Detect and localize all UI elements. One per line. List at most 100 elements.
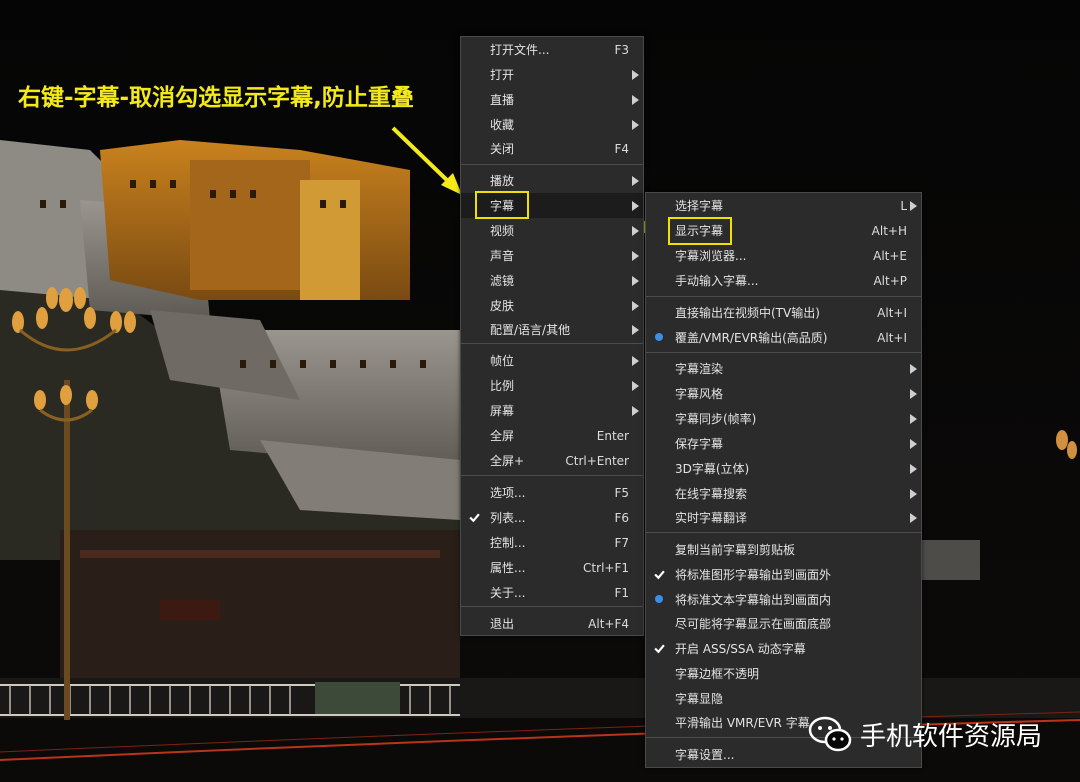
subtitle-menu-item-label: 字幕设置... <box>675 748 735 762</box>
main-menu-item-label: 播放 <box>490 174 515 188</box>
subtitle-menu-item-12[interactable]: 在线字幕搜索 <box>646 481 921 506</box>
submenu-arrow-icon <box>632 175 639 186</box>
main-menu-item-16[interactable]: 全屏 Enter <box>461 423 643 448</box>
subtitle-menu-item-17[interactable]: 尽可能将字幕显示在画面底部 <box>646 611 921 636</box>
subtitle-menu-item-label: 字幕边框不透明 <box>675 667 760 681</box>
radio-selected-icon <box>655 333 663 341</box>
main-menu-item-label: 滤镜 <box>490 274 515 288</box>
main-menu-item-label: 全屏 <box>490 429 515 443</box>
subtitle-menu-item-label: 覆盖/VMR/EVR输出(高品质) <box>675 331 828 345</box>
main-menu-item-5[interactable]: 关闭 F4 <box>461 136 643 161</box>
main-menu-item-3[interactable]: 直播 <box>461 87 643 112</box>
submenu-arrow-icon <box>910 438 917 449</box>
subtitle-menu-item-shortcut: Alt+H <box>871 223 907 238</box>
subtitle-menu-item-label: 字幕同步(帧率) <box>675 412 757 426</box>
subtitle-menu-item-label: 将标准文本字幕输出到画面内 <box>675 593 832 607</box>
subtitle-menu-item-11[interactable]: 3D字幕(立体) <box>646 456 921 481</box>
main-menu-item-label: 配置/语言/其他 <box>490 323 571 337</box>
subtitle-menu-item-4[interactable]: 手动输入字幕... Alt+P <box>646 268 921 293</box>
menu-separator <box>646 352 921 353</box>
subtitle-menu-item-label: 字幕浏览器... <box>675 249 747 263</box>
subtitle-submenu: 选择字幕 L 显示字幕 Alt+H 字幕浏览器... Alt+E 手动输入字幕... Alt+… <box>645 192 922 768</box>
subtitle-menu-item-label: 字幕显隐 <box>675 692 724 706</box>
highlight-box-show-subtitle <box>668 217 732 245</box>
subtitle-menu-item-5[interactable]: 直接输出在视频中(TV输出) Alt+I <box>646 300 921 325</box>
wechat-icon <box>808 716 852 752</box>
main-menu-item-8[interactable]: 视频 <box>461 218 643 243</box>
subtitle-menu-item-label: 在线字幕搜索 <box>675 487 748 501</box>
subtitle-menu-item-shortcut: Alt+E <box>873 248 907 263</box>
watermark-text: 手机软件资源局 <box>860 721 1043 752</box>
subtitle-menu-item-label: 直接输出在视频中(TV输出) <box>675 306 820 320</box>
main-menu-item-label: 退出 <box>490 617 515 631</box>
submenu-arrow-icon <box>632 324 639 335</box>
subtitle-menu-item-label: 3D字幕(立体) <box>675 462 750 476</box>
subtitle-menu-item-shortcut: Alt+I <box>877 330 907 345</box>
main-menu-item-14[interactable]: 比例 <box>461 373 643 398</box>
subtitle-menu-item-15[interactable]: 将标准图形字幕输出到画面外 <box>646 562 921 587</box>
submenu-arrow-icon <box>632 355 639 366</box>
subtitle-menu-item-19[interactable]: 字幕边框不透明 <box>646 661 921 686</box>
main-menu-item-2[interactable]: 打开 <box>461 62 643 87</box>
main-menu-item-6[interactable]: 播放 <box>461 168 643 193</box>
main-menu-item-shortcut: F5 <box>614 485 629 500</box>
checkmark-icon <box>469 512 480 523</box>
submenu-arrow-icon <box>910 200 917 211</box>
checkmark-icon <box>654 569 665 580</box>
main-menu-item-shortcut: Enter <box>596 428 629 443</box>
main-menu-item-shortcut: F3 <box>614 42 629 57</box>
main-menu-item-20[interactable]: 控制... F7 <box>461 530 643 555</box>
submenu-arrow-icon <box>910 388 917 399</box>
subtitle-menu-item-7[interactable]: 字幕渲染 <box>646 356 921 381</box>
submenu-arrow-icon <box>632 94 639 105</box>
main-menu-item-21[interactable]: 属性... Ctrl+F1 <box>461 555 643 580</box>
subtitle-menu-item-3[interactable]: 字幕浏览器... Alt+E <box>646 243 921 268</box>
main-menu-item-label: 列表... <box>490 511 526 525</box>
main-menu-item-shortcut: Ctrl+Enter <box>565 453 629 468</box>
radio-selected-icon <box>655 595 663 603</box>
submenu-arrow-icon <box>910 413 917 424</box>
main-menu-item-9[interactable]: 声音 <box>461 243 643 268</box>
subtitle-menu-item-6[interactable]: 覆盖/VMR/EVR输出(高品质) Alt+I <box>646 325 921 350</box>
menu-separator <box>461 343 643 344</box>
main-menu-item-label: 打开 <box>490 68 515 82</box>
main-menu-item-13[interactable]: 帧位 <box>461 348 643 373</box>
subtitle-menu-item-20[interactable]: 字幕显隐 <box>646 686 921 711</box>
main-menu-item-23[interactable]: 退出 Alt+F4 <box>461 611 643 636</box>
subtitle-menu-item-10[interactable]: 保存字幕 <box>646 431 921 456</box>
main-menu-item-label: 直播 <box>490 93 515 107</box>
main-menu-item-11[interactable]: 皮肤 <box>461 293 643 318</box>
main-menu-item-12[interactable]: 配置/语言/其他 <box>461 317 643 342</box>
subtitle-menu-item-13[interactable]: 实时字幕翻译 <box>646 505 921 530</box>
menu-separator <box>461 164 643 165</box>
main-menu-item-17[interactable]: 全屏+ Ctrl+Enter <box>461 448 643 473</box>
main-menu-item-shortcut: Ctrl+F1 <box>583 560 629 575</box>
submenu-arrow-icon <box>632 300 639 311</box>
subtitle-menu-item-label: 将标准图形字幕输出到画面外 <box>675 568 832 582</box>
main-menu-item-18[interactable]: 选项... F5 <box>461 480 643 505</box>
main-menu-item-label: 收藏 <box>490 118 515 132</box>
main-menu-item-19[interactable]: 列表... F6 <box>461 505 643 530</box>
subtitle-menu-item-18[interactable]: 开启 ASS/SSA 动态字幕 <box>646 636 921 661</box>
submenu-arrow-icon <box>632 250 639 261</box>
main-menu-item-label: 选项... <box>490 486 526 500</box>
main-menu-item-label: 声音 <box>490 249 515 263</box>
subtitle-menu-item-9[interactable]: 字幕同步(帧率) <box>646 406 921 431</box>
main-menu-item-1[interactable]: 打开文件... F3 <box>461 37 643 62</box>
subtitle-menu-item-label: 选择字幕 <box>675 199 724 213</box>
subtitle-menu-item-8[interactable]: 字幕风格 <box>646 381 921 406</box>
main-menu-item-shortcut: F4 <box>614 141 629 156</box>
main-menu-item-4[interactable]: 收藏 <box>461 112 643 137</box>
main-menu-item-22[interactable]: 关于... F1 <box>461 580 643 605</box>
subtitle-menu-item-16[interactable]: 将标准文本字幕输出到画面内 <box>646 587 921 612</box>
main-menu-item-label: 属性... <box>490 561 526 575</box>
main-menu-item-15[interactable]: 屏幕 <box>461 398 643 423</box>
main-menu-item-label: 屏幕 <box>490 404 515 418</box>
subtitle-menu-item-1[interactable]: 选择字幕 L <box>646 193 921 218</box>
main-menu-item-10[interactable]: 滤镜 <box>461 268 643 293</box>
subtitle-menu-item-14[interactable]: 复制当前字幕到剪贴板 <box>646 537 921 562</box>
main-menu-item-shortcut: Alt+F4 <box>588 616 629 631</box>
main-menu-item-shortcut: F7 <box>614 535 629 550</box>
submenu-arrow-icon <box>632 380 639 391</box>
main-menu-item-label: 控制... <box>490 536 526 550</box>
